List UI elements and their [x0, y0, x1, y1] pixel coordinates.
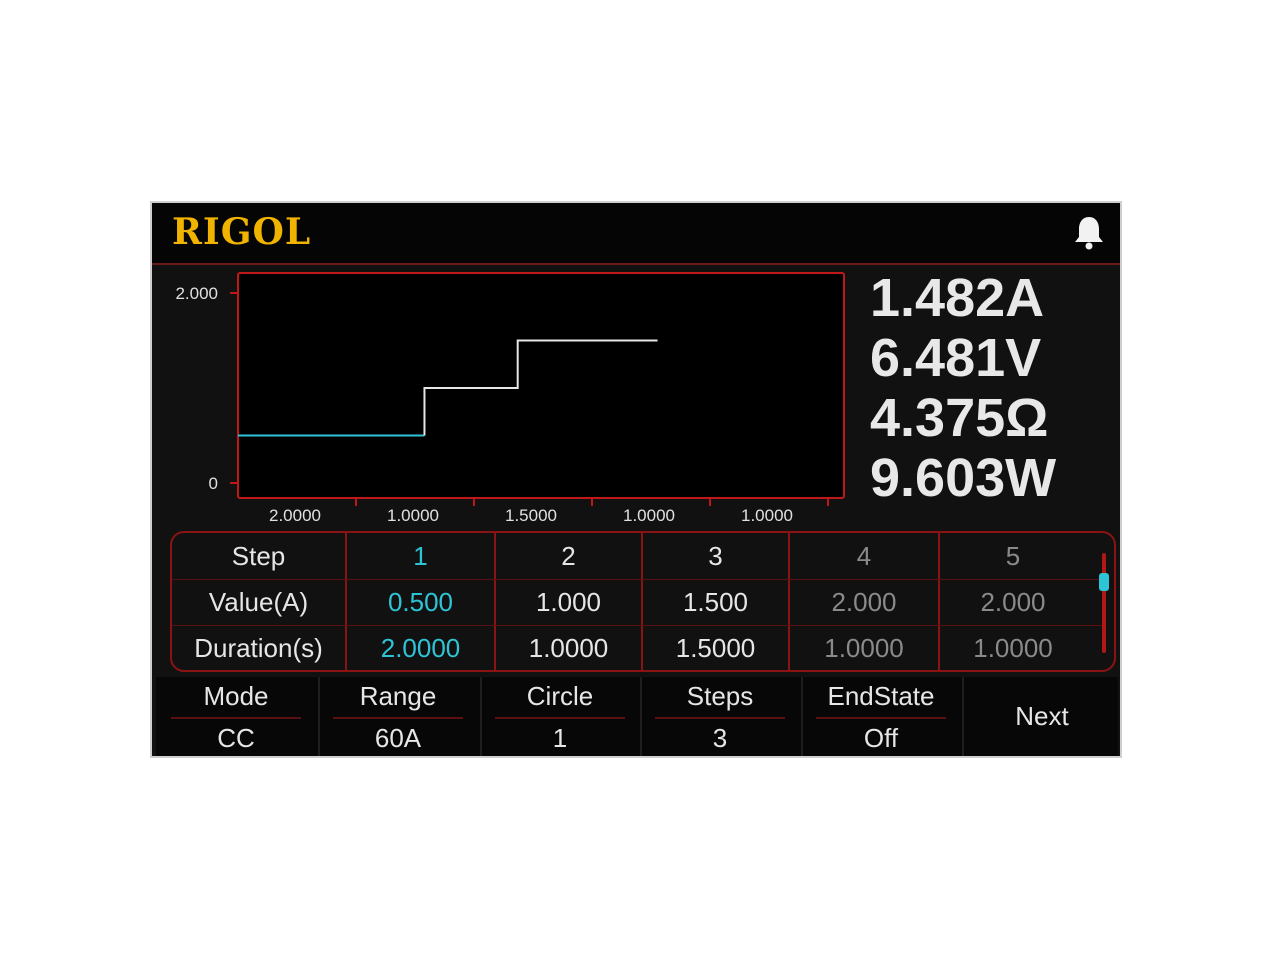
circle-value: 1 — [552, 723, 568, 753]
range-value: 60A — [374, 723, 422, 753]
step-waveform-chart: 2.00002.0000 1.0000 1.5000 1.0000 1.0000 — [175, 272, 845, 525]
x-tick-label: 1.0000 — [387, 506, 439, 525]
x-tick-label: 2.0000 — [269, 506, 321, 525]
steps-softkey[interactable]: Steps 3 — [640, 677, 800, 756]
circle-label: Circle — [526, 681, 594, 711]
power-reading: 9.603W — [870, 448, 1057, 508]
mode-label: Mode — [203, 681, 269, 711]
step-3-cell[interactable]: 3 — [643, 533, 788, 579]
step-1-cell[interactable]: 1 — [347, 533, 494, 579]
instrument-screen: RIGOL 2.000 0 2.0000 1.0000 1.5000 1.0000 1.00… — [150, 201, 1122, 758]
steps-value: 3 — [712, 723, 728, 753]
value-2-cell[interactable]: 1.000 — [496, 579, 641, 625]
duration-2-cell[interactable]: 1.0000 — [496, 625, 641, 670]
scrollbar-thumb[interactable] — [1099, 573, 1109, 591]
header-bar: RIGOL — [152, 203, 1120, 265]
duration-1-cell[interactable]: 2.0000 — [347, 625, 494, 670]
next-softkey[interactable]: Next — [962, 677, 1120, 756]
duration-row: Duration(s) 2.0000 1.0000 1.5000 1.0000 … — [172, 625, 1114, 670]
voltage-reading: 6.481V — [870, 328, 1042, 388]
bell-icon[interactable] — [1072, 215, 1106, 251]
step-2-cell[interactable]: 2 — [496, 533, 641, 579]
x-tick-label: 1.5000 — [505, 506, 557, 525]
value-3-cell[interactable]: 1.500 — [643, 579, 788, 625]
step-row: Step 1 2 3 4 5 — [172, 533, 1114, 579]
duration-5-cell[interactable]: 1.0000 — [940, 625, 1086, 670]
rigol-logo: RIGOL — [172, 211, 312, 253]
circle-softkey[interactable]: Circle 1 — [480, 677, 640, 756]
value-1-cell[interactable]: 0.500 — [347, 579, 494, 625]
range-softkey[interactable]: Range 60A — [318, 677, 478, 756]
value-5-cell[interactable]: 2.000 — [940, 579, 1086, 625]
softkey-bar: Mode CC Range 60A Circle 1 Steps 3 EndSt… — [156, 677, 1118, 756]
mode-softkey[interactable]: Mode CC — [156, 677, 316, 756]
readings-panel: 1.482A 6.481V 4.375Ω 9.603W — [864, 265, 1114, 527]
y-tick-label: 0 — [209, 474, 218, 493]
resistance-reading: 4.375Ω — [870, 388, 1049, 448]
step-header: Step — [231, 541, 286, 571]
value-4-cell[interactable]: 2.000 — [790, 579, 938, 625]
table-scrollbar[interactable] — [1102, 553, 1106, 653]
step-table: Step 1 2 3 4 5 Value(A) 0.500 1.000 1.50… — [170, 531, 1116, 672]
plot-area — [237, 272, 845, 499]
steps-label: Steps — [686, 681, 754, 711]
x-tick-label: 1.0000 — [623, 506, 675, 525]
step-5-cell[interactable]: 5 — [940, 533, 1086, 579]
y-tick-label: 2.000 — [175, 284, 218, 303]
value-header: Value(A) — [208, 587, 309, 617]
duration-header: Duration(s) — [194, 633, 323, 663]
duration-4-cell[interactable]: 1.0000 — [790, 625, 938, 670]
mode-value: CC — [217, 723, 255, 753]
step-4-cell[interactable]: 4 — [790, 533, 938, 579]
endstate-softkey[interactable]: EndState Off — [801, 677, 961, 756]
endstate-label: EndState — [827, 681, 935, 711]
value-row: Value(A) 0.500 1.000 1.500 2.000 2.000 — [172, 579, 1114, 625]
endstate-value: Off — [863, 723, 899, 753]
duration-3-cell[interactable]: 1.5000 — [643, 625, 788, 670]
current-reading: 1.482A — [870, 268, 1045, 328]
x-tick-label: 1.0000 — [741, 506, 793, 525]
next-label: Next — [1015, 701, 1069, 731]
range-label: Range — [359, 681, 437, 711]
